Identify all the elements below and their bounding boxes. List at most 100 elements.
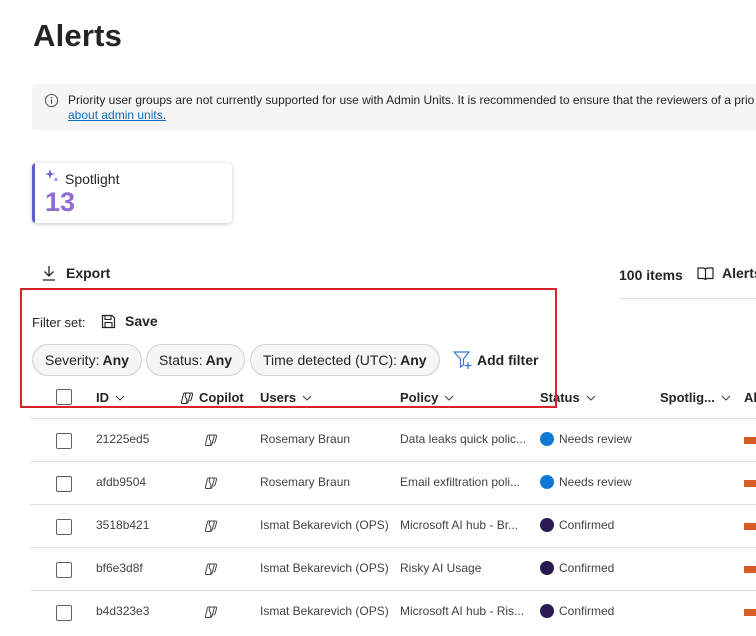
time-detected-filter-pill[interactable]: Time detected (UTC): Any bbox=[250, 344, 440, 376]
status-dot bbox=[540, 604, 554, 618]
alert-policy: Email exfiltration poli... bbox=[400, 475, 521, 489]
select-all-checkbox[interactable] bbox=[56, 389, 72, 405]
alert-policy: Risky AI Usage bbox=[400, 561, 482, 575]
column-header-users[interactable]: Users bbox=[260, 390, 312, 405]
alert-status: Confirmed bbox=[540, 604, 614, 618]
copilot-icon bbox=[204, 477, 218, 489]
page-title: Alerts bbox=[33, 18, 123, 53]
status-dot bbox=[540, 432, 554, 446]
severity-indicator bbox=[744, 437, 756, 444]
pill-value: Any bbox=[205, 352, 233, 368]
severity-indicator bbox=[744, 566, 756, 573]
info-icon bbox=[44, 93, 59, 108]
column-label: ID bbox=[96, 390, 109, 405]
severity-filter-pill[interactable]: Severity: Any bbox=[32, 344, 142, 376]
alert-policy: Microsoft AI hub - Br... bbox=[400, 518, 519, 532]
column-header-spotlight[interactable]: Spotlig... bbox=[660, 390, 731, 405]
column-label: Spotlig... bbox=[660, 390, 715, 405]
row-checkbox[interactable] bbox=[56, 562, 72, 578]
save-filter-button[interactable]: Save bbox=[101, 313, 158, 329]
alert-id[interactable]: 21225ed5 bbox=[96, 432, 149, 446]
card-accent bbox=[32, 163, 35, 223]
status-label: Needs review bbox=[559, 432, 632, 446]
column-header-status[interactable]: Status bbox=[540, 390, 596, 405]
column-label: Policy bbox=[400, 390, 439, 405]
export-button[interactable]: Export bbox=[42, 265, 110, 281]
copilot-icon bbox=[180, 392, 194, 404]
alert-status: Needs review bbox=[540, 475, 632, 489]
add-filter-button[interactable]: Add filter bbox=[453, 350, 538, 370]
alert-user: Ismat Bekarevich (OPS) bbox=[260, 561, 389, 575]
alert-user: Ismat Bekarevich (OPS) bbox=[260, 604, 389, 618]
alert-id[interactable]: b4d323e3 bbox=[96, 604, 149, 618]
admin-units-link[interactable]: about admin units. bbox=[68, 108, 166, 123]
severity-indicator bbox=[744, 480, 756, 487]
status-label: Confirmed bbox=[559, 518, 615, 532]
filter-set-label: Filter set: bbox=[32, 315, 86, 330]
alert-id[interactable]: afdb9504 bbox=[96, 475, 146, 489]
banner-message: Priority user groups are not currently s… bbox=[68, 93, 755, 107]
column-header-id[interactable]: ID bbox=[96, 390, 125, 405]
severity-indicator bbox=[744, 609, 756, 616]
status-dot bbox=[540, 561, 554, 575]
chevron-down-icon bbox=[721, 395, 731, 401]
spotlight-count: 13 bbox=[45, 187, 76, 217]
row-checkbox[interactable] bbox=[56, 519, 72, 535]
alerts-guide-label: Alerts bbox=[722, 265, 756, 281]
save-label: Save bbox=[125, 313, 158, 329]
table-row[interactable]: afdb9504 Rosemary Braun Email exfiltration… bbox=[30, 461, 756, 504]
export-label: Export bbox=[66, 265, 111, 281]
items-count: 100 items bbox=[619, 267, 683, 283]
column-label: Copilot bbox=[199, 390, 244, 405]
add-filter-label: Add filter bbox=[477, 352, 539, 368]
chevron-down-icon bbox=[586, 395, 596, 401]
column-header-ai[interactable]: Al bbox=[744, 390, 756, 405]
row-checkbox[interactable] bbox=[56, 605, 72, 621]
sparkle-icon bbox=[45, 169, 59, 182]
column-label: Status bbox=[540, 390, 580, 405]
table-row[interactable]: b4d323e3 Ismat Bekarevich (OPS) Microsoft … bbox=[30, 590, 756, 633]
alert-user: Rosemary Braun bbox=[260, 432, 351, 446]
status-label: Needs review bbox=[559, 475, 632, 489]
status-filter-pill[interactable]: Status: Any bbox=[146, 344, 246, 376]
alert-user: Ismat Bekarevich (OPS) bbox=[260, 518, 389, 532]
status-label: Confirmed bbox=[559, 561, 615, 575]
pill-key: Time detected (UTC): bbox=[263, 352, 398, 368]
info-banner: Priority user groups are not currently s… bbox=[32, 84, 756, 130]
row-checkbox[interactable] bbox=[56, 476, 72, 492]
alerts-guide-button[interactable]: Alerts bbox=[697, 265, 756, 281]
alert-policy: Microsoft AI hub - Ris... bbox=[400, 604, 525, 618]
alert-status: Needs review bbox=[540, 432, 632, 446]
column-label: Al bbox=[744, 390, 756, 405]
row-checkbox[interactable] bbox=[56, 433, 72, 449]
save-icon bbox=[101, 314, 116, 328]
copilot-icon bbox=[204, 434, 218, 446]
pill-value: Any bbox=[102, 352, 129, 368]
copilot-icon bbox=[204, 606, 218, 618]
column-label: Users bbox=[260, 390, 297, 405]
pill-key: Severity: bbox=[45, 352, 100, 368]
download-icon bbox=[43, 266, 55, 281]
spotlight-card[interactable]: Spotlight 13 bbox=[32, 163, 232, 223]
alert-user: Rosemary Braun bbox=[260, 475, 351, 489]
alert-status: Confirmed bbox=[540, 561, 614, 575]
copilot-icon bbox=[204, 563, 218, 575]
pill-value: Any bbox=[400, 352, 427, 368]
table-row[interactable]: bf6e3d8f Ismat Bekarevich (OPS) Risky AI U… bbox=[30, 547, 756, 590]
pill-key: Status: bbox=[159, 352, 203, 368]
status-dot bbox=[540, 518, 554, 532]
chevron-down-icon bbox=[444, 395, 454, 401]
alert-id[interactable]: bf6e3d8f bbox=[96, 561, 143, 575]
filter-add-icon bbox=[453, 351, 472, 369]
chevron-down-icon bbox=[302, 395, 312, 401]
alert-id[interactable]: 3518b421 bbox=[96, 518, 149, 532]
column-header-copilot[interactable]: Copilot bbox=[180, 390, 244, 405]
table-row[interactable]: 21225ed5 Rosemary Braun Data leaks quick p… bbox=[30, 418, 756, 461]
column-header-policy[interactable]: Policy bbox=[400, 390, 454, 405]
alert-policy: Data leaks quick polic... bbox=[400, 432, 527, 446]
alert-status: Confirmed bbox=[540, 518, 614, 532]
table-row[interactable]: 3518b421 Ismat Bekarevich (OPS) Microsoft … bbox=[30, 504, 756, 547]
spotlight-label: Spotlight bbox=[65, 171, 120, 187]
copilot-icon bbox=[204, 520, 218, 532]
chevron-down-icon bbox=[115, 395, 125, 401]
